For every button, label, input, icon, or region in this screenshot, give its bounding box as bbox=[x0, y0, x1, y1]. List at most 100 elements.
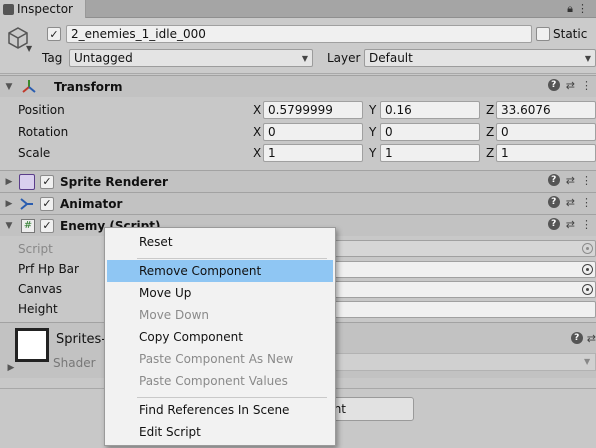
axis-x-label[interactable]: X bbox=[253, 125, 261, 139]
tag-label: Tag bbox=[42, 51, 63, 65]
menu-item-label: Edit Script bbox=[139, 425, 201, 439]
menu-item-label: Copy Component bbox=[139, 330, 243, 344]
more-icon[interactable]: ⋮ bbox=[581, 79, 592, 92]
more-icon[interactable]: ⋮ bbox=[581, 174, 592, 187]
sprite-renderer-header[interactable]: ▶ ✓ Sprite Renderer ? ⇄ ⋮ bbox=[0, 170, 596, 192]
menu-item-label: Paste Component Values bbox=[139, 374, 288, 388]
presets-icon[interactable]: ⇄ bbox=[566, 196, 575, 209]
sprite-renderer-title: Sprite Renderer bbox=[60, 174, 168, 189]
position-x-field[interactable]: 0.5799999 bbox=[263, 101, 363, 119]
object-picker-icon bbox=[582, 243, 593, 254]
axis-z-label[interactable]: Z bbox=[486, 103, 494, 117]
axis-x-label[interactable]: X bbox=[253, 103, 261, 117]
axis-y-label[interactable]: Y bbox=[369, 103, 376, 117]
canvas-label: Canvas bbox=[18, 282, 63, 296]
rotation-z-field[interactable]: 0 bbox=[496, 123, 596, 141]
help-icon[interactable]: ? bbox=[547, 174, 560, 186]
layer-dropdown[interactable]: Default ▼ bbox=[364, 49, 596, 67]
scale-x-field[interactable]: 1 bbox=[263, 144, 363, 162]
axis-y-label[interactable]: Y bbox=[369, 125, 376, 139]
menu-item-copy-component[interactable]: Copy Component bbox=[107, 326, 333, 348]
script-object-field bbox=[330, 240, 596, 257]
gameobject-active-checkbox[interactable]: ✓ bbox=[47, 27, 61, 41]
menu-item-label: Remove Component bbox=[139, 264, 262, 278]
material-name: Sprites- bbox=[56, 332, 107, 347]
menu-item-paste-as-new: Paste Component As New bbox=[107, 348, 333, 370]
height-label: Height bbox=[18, 302, 58, 316]
menu-item-paste-values: Paste Component Values bbox=[107, 370, 333, 392]
sprite-renderer-icon bbox=[19, 173, 35, 190]
menu-item-edit-script[interactable]: Edit Script bbox=[107, 421, 333, 443]
static-checkbox[interactable] bbox=[536, 27, 550, 41]
axis-y-label[interactable]: Y bbox=[369, 146, 376, 160]
presets-icon[interactable]: ⇄ bbox=[566, 174, 575, 187]
axis-z-label[interactable]: Z bbox=[486, 146, 494, 160]
fold-arrow-icon[interactable]: ▼ bbox=[2, 82, 16, 92]
help-icon[interactable]: ? bbox=[570, 332, 583, 344]
transform-header[interactable]: ▼ Transform ? ⇄ ⋮ bbox=[0, 75, 596, 97]
scale-label: Scale bbox=[18, 146, 51, 160]
presets-icon[interactable]: ⇄ bbox=[566, 218, 575, 231]
chevron-down-icon: ▼ bbox=[301, 53, 308, 63]
transform-icon bbox=[20, 78, 38, 96]
position-z-field[interactable]: 33.6076 bbox=[496, 101, 596, 119]
tag-dropdown[interactable]: Untagged ▼ bbox=[69, 49, 313, 67]
scale-z-field[interactable]: 1 bbox=[496, 144, 596, 162]
rotation-y-field[interactable]: 0 bbox=[380, 123, 480, 141]
fold-arrow-icon[interactable]: ▼ bbox=[2, 221, 16, 231]
chevron-down-icon: ▼ bbox=[584, 53, 591, 63]
menu-item-move-down: Move Down bbox=[107, 304, 333, 326]
more-icon[interactable]: ⋮ bbox=[581, 196, 592, 209]
tab-inspector[interactable]: Inspector bbox=[0, 0, 86, 18]
height-field[interactable] bbox=[330, 301, 596, 318]
prf-hp-bar-object-field[interactable] bbox=[330, 261, 596, 278]
axis-x-label[interactable]: X bbox=[253, 146, 261, 160]
menu-item-find-references[interactable]: Find References In Scene bbox=[107, 399, 333, 421]
fold-arrow-icon[interactable]: ▶ bbox=[2, 199, 16, 209]
menu-item-reset[interactable]: Reset bbox=[107, 231, 333, 253]
scale-y-field[interactable]: 1 bbox=[380, 144, 480, 162]
more-icon[interactable]: ⋮ bbox=[581, 218, 592, 231]
gameobject-name-field[interactable]: 2_enemies_1_idle_000 bbox=[66, 25, 532, 43]
tag-value: Untagged bbox=[74, 51, 133, 65]
menu-item-remove-component[interactable]: Remove Component bbox=[107, 260, 333, 282]
position-label: Position bbox=[18, 103, 65, 117]
presets-icon[interactable]: ⇄ bbox=[566, 79, 575, 92]
transform-title: Transform bbox=[54, 79, 123, 94]
canvas-object-field[interactable] bbox=[330, 281, 596, 298]
material-preview[interactable] bbox=[15, 328, 49, 362]
prf-hp-bar-label: Prf Hp Bar bbox=[18, 262, 79, 276]
axis-z-label[interactable]: Z bbox=[486, 125, 494, 139]
enemy-script-enabled-checkbox[interactable]: ✓ bbox=[40, 218, 54, 233]
rotation-label: Rotation bbox=[18, 125, 69, 139]
menu-item-move-up[interactable]: Move Up bbox=[107, 282, 333, 304]
fold-arrow-icon[interactable]: ▶ bbox=[4, 363, 18, 373]
animator-title: Animator bbox=[60, 196, 123, 211]
help-icon[interactable]: ? bbox=[547, 79, 560, 91]
lock-icon[interactable]: 🔒︎ bbox=[567, 2, 577, 15]
position-y-field[interactable]: 0.16 bbox=[380, 101, 480, 119]
help-icon[interactable]: ? bbox=[547, 196, 560, 208]
tab-bar bbox=[0, 0, 596, 18]
material-icons: ? ⇄ bbox=[570, 332, 596, 345]
animator-enabled-checkbox[interactable]: ✓ bbox=[40, 196, 54, 211]
fold-arrow-icon[interactable]: ▶ bbox=[2, 177, 16, 187]
rotation-x-field[interactable]: 0 bbox=[263, 123, 363, 141]
menu-item-label: Paste Component As New bbox=[139, 352, 294, 366]
animator-header[interactable]: ▶ ✓ Animator ? ⇄ ⋮ bbox=[0, 192, 596, 214]
layer-value: Default bbox=[369, 51, 413, 65]
shader-label: Shader bbox=[53, 356, 96, 370]
help-icon[interactable]: ? bbox=[547, 218, 560, 230]
chevron-down-icon: ▼ bbox=[584, 357, 591, 366]
menu-icon[interactable]: ⋮ bbox=[577, 2, 592, 15]
menu-separator bbox=[137, 397, 327, 398]
object-picker-icon[interactable] bbox=[582, 284, 593, 295]
static-label: Static bbox=[553, 27, 588, 41]
menu-item-label: Move Up bbox=[139, 286, 192, 300]
cube-dropdown-caret[interactable]: ▼ bbox=[26, 44, 32, 53]
presets-icon[interactable]: ⇄ bbox=[587, 332, 596, 345]
object-picker-icon[interactable] bbox=[582, 264, 593, 275]
script-field-label: Script bbox=[18, 242, 53, 256]
sprite-renderer-enabled-checkbox[interactable]: ✓ bbox=[40, 174, 54, 189]
component-context-menu: Reset Remove Component Move Up Move Down… bbox=[104, 227, 336, 446]
